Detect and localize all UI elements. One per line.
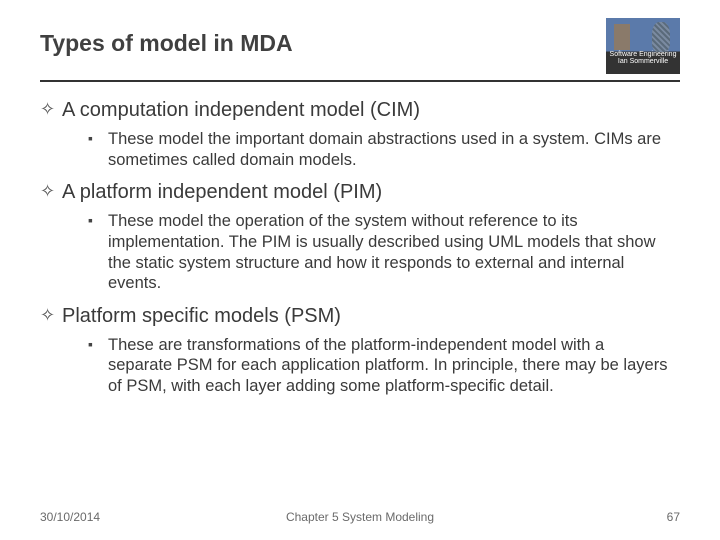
list-subitem: ▪ These are transformations of the platf… <box>88 335 680 397</box>
item-detail: These model the important domain abstrac… <box>108 129 668 170</box>
diamond-bullet-icon: ✧ <box>40 304 62 329</box>
item-heading: A platform independent model (PIM) <box>62 180 382 205</box>
slide-title: Types of model in MDA <box>40 30 293 57</box>
footer-chapter: Chapter 5 System Modeling <box>40 510 680 524</box>
footer: 30/10/2014 Chapter 5 System Modeling 67 <box>40 510 680 524</box>
square-bullet-icon: ▪ <box>88 129 108 170</box>
item-detail: These are transformations of the platfor… <box>108 335 668 397</box>
list-item: ✧ A platform independent model (PIM) <box>40 180 680 205</box>
logo-line1: Software Engineering <box>606 51 680 59</box>
list-item: ✧ Platform specific models (PSM) <box>40 304 680 329</box>
logo-caption: Software Engineering Ian Sommerville <box>606 51 680 66</box>
list-subitem: ▪ These model the important domain abstr… <box>88 129 680 170</box>
title-rule <box>40 80 680 82</box>
square-bullet-icon: ▪ <box>88 335 108 397</box>
item-heading: Platform specific models (PSM) <box>62 304 341 329</box>
item-detail: These model the operation of the system … <box>108 211 668 294</box>
square-bullet-icon: ▪ <box>88 211 108 294</box>
list-item: ✧ A computation independent model (CIM) <box>40 98 680 123</box>
diamond-bullet-icon: ✧ <box>40 98 62 123</box>
header: Types of model in MDA Software Engineeri… <box>40 28 680 74</box>
diamond-bullet-icon: ✧ <box>40 180 62 205</box>
item-heading: A computation independent model (CIM) <box>62 98 420 123</box>
book-cover-logo: Software Engineering Ian Sommerville <box>606 18 680 74</box>
slide: Types of model in MDA Software Engineeri… <box>0 0 720 540</box>
logo-line2: Ian Sommerville <box>606 58 680 66</box>
content: ✧ A computation independent model (CIM) … <box>40 98 680 397</box>
list-subitem: ▪ These model the operation of the syste… <box>88 211 680 294</box>
